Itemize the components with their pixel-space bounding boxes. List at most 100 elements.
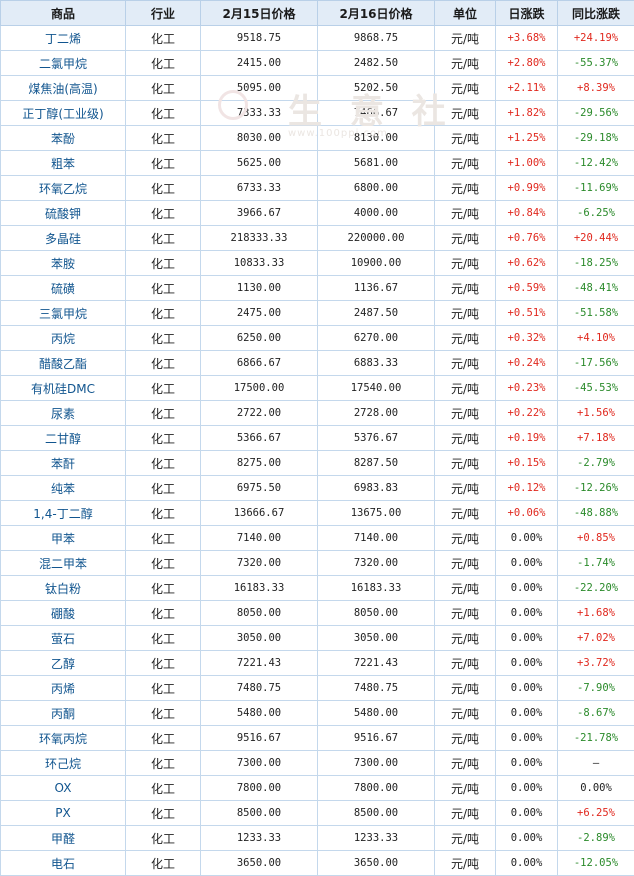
industry-cell: 化工 (125, 775, 201, 801)
commodity-link[interactable]: 苯胺 (0, 250, 126, 276)
daily-change-cell: 0.00% (495, 700, 558, 726)
header-commodity[interactable]: 商品 (0, 0, 126, 26)
commodity-link[interactable]: 二氯甲烷 (0, 50, 126, 76)
unit-cell: 元/吨 (434, 500, 496, 526)
price-feb16-cell: 3050.00 (317, 625, 435, 651)
commodity-link[interactable]: 电石 (0, 850, 126, 876)
yoy-change-cell: +4.10% (557, 325, 634, 351)
price-feb15-cell: 7221.43 (200, 650, 318, 676)
price-feb16-cell: 7300.00 (317, 750, 435, 776)
industry-cell: 化工 (125, 825, 201, 851)
daily-change-cell: 0.00% (495, 750, 558, 776)
unit-cell: 元/吨 (434, 400, 496, 426)
commodity-link[interactable]: 甲醛 (0, 825, 126, 851)
price-feb16-cell: 5376.67 (317, 425, 435, 451)
commodity-link[interactable]: 正丁醇(工业级) (0, 100, 126, 126)
price-feb16-cell: 4000.00 (317, 200, 435, 226)
table-row: 多晶硅 化工 218333.33 220000.00 元/吨 +0.76% +20.44% (0, 225, 634, 251)
commodity-link[interactable]: 丙烯 (0, 675, 126, 701)
price-feb16-cell: 13675.00 (317, 500, 435, 526)
price-feb15-cell: 1233.33 (200, 825, 318, 851)
commodity-link[interactable]: OX (0, 775, 126, 801)
commodity-link[interactable]: 粗苯 (0, 150, 126, 176)
yoy-change-cell: -29.18% (557, 125, 634, 151)
price-feb16-cell: 3650.00 (317, 850, 435, 876)
commodity-link[interactable]: 环氧丙烷 (0, 725, 126, 751)
commodity-link[interactable]: 硫酸钾 (0, 200, 126, 226)
daily-change-cell: 0.00% (495, 775, 558, 801)
table-row: 有机硅DMC 化工 17500.00 17540.00 元/吨 +0.23% -45.53% (0, 375, 634, 401)
daily-change-cell: +3.68% (495, 25, 558, 51)
price-feb15-cell: 2722.00 (200, 400, 318, 426)
commodity-link[interactable]: 环氧乙烷 (0, 175, 126, 201)
table-row: 苯酐 化工 8275.00 8287.50 元/吨 +0.15% -2.79% (0, 450, 634, 476)
unit-cell: 元/吨 (434, 200, 496, 226)
industry-cell: 化工 (125, 700, 201, 726)
unit-cell: 元/吨 (434, 75, 496, 101)
unit-cell: 元/吨 (434, 300, 496, 326)
commodity-link[interactable]: 混二甲苯 (0, 550, 126, 576)
commodity-link[interactable]: 多晶硅 (0, 225, 126, 251)
daily-change-cell: +0.06% (495, 500, 558, 526)
commodity-link[interactable]: 甲苯 (0, 525, 126, 551)
price-feb15-cell: 7333.33 (200, 100, 318, 126)
commodity-link[interactable]: 三氯甲烷 (0, 300, 126, 326)
unit-cell: 元/吨 (434, 250, 496, 276)
price-feb15-cell: 13666.67 (200, 500, 318, 526)
yoy-change-cell: +0.85% (557, 525, 634, 551)
header-unit[interactable]: 单位 (434, 0, 496, 26)
yoy-change-cell: +1.56% (557, 400, 634, 426)
commodity-link[interactable]: 煤焦油(高温) (0, 75, 126, 101)
industry-cell: 化工 (125, 325, 201, 351)
price-feb15-cell: 9516.67 (200, 725, 318, 751)
commodity-link[interactable]: 苯酐 (0, 450, 126, 476)
commodity-link[interactable]: 硼酸 (0, 600, 126, 626)
commodity-link[interactable]: 丙烷 (0, 325, 126, 351)
unit-cell: 元/吨 (434, 25, 496, 51)
commodity-link[interactable]: 乙醇 (0, 650, 126, 676)
commodity-link[interactable]: 二甘醇 (0, 425, 126, 451)
yoy-change-cell: -45.53% (557, 375, 634, 401)
industry-cell: 化工 (125, 400, 201, 426)
yoy-change-cell: +7.02% (557, 625, 634, 651)
header-price-feb15[interactable]: 2月15日价格 (200, 0, 318, 26)
price-feb15-cell: 7480.75 (200, 675, 318, 701)
yoy-change-cell: 0.00% (557, 775, 634, 801)
commodity-link[interactable]: 硫磺 (0, 275, 126, 301)
header-daily-change[interactable]: 日涨跌 (495, 0, 558, 26)
price-feb16-cell: 2487.50 (317, 300, 435, 326)
commodity-link[interactable]: 丁二烯 (0, 25, 126, 51)
header-price-feb16[interactable]: 2月16日价格 (317, 0, 435, 26)
unit-cell: 元/吨 (434, 225, 496, 251)
yoy-change-cell: -18.25% (557, 250, 634, 276)
industry-cell: 化工 (125, 275, 201, 301)
industry-cell: 化工 (125, 200, 201, 226)
industry-cell: 化工 (125, 625, 201, 651)
price-feb15-cell: 3050.00 (200, 625, 318, 651)
commodity-link[interactable]: 萤石 (0, 625, 126, 651)
unit-cell: 元/吨 (434, 50, 496, 76)
price-feb15-cell: 10833.33 (200, 250, 318, 276)
commodity-link[interactable]: 钛白粉 (0, 575, 126, 601)
commodity-link[interactable]: PX (0, 800, 126, 826)
daily-change-cell: +0.12% (495, 475, 558, 501)
yoy-change-cell: -12.42% (557, 150, 634, 176)
commodity-link[interactable]: 1,4-丁二醇 (0, 500, 126, 526)
yoy-change-cell: -6.25% (557, 200, 634, 226)
daily-change-cell: +1.00% (495, 150, 558, 176)
commodity-link[interactable]: 丙酮 (0, 700, 126, 726)
yoy-change-cell: -7.90% (557, 675, 634, 701)
commodity-link[interactable]: 环己烷 (0, 750, 126, 776)
commodity-link[interactable]: 有机硅DMC (0, 375, 126, 401)
price-feb16-cell: 8050.00 (317, 600, 435, 626)
commodity-link[interactable]: 醋酸乙酯 (0, 350, 126, 376)
commodity-link[interactable]: 纯苯 (0, 475, 126, 501)
industry-cell: 化工 (125, 225, 201, 251)
header-industry[interactable]: 行业 (125, 0, 201, 26)
table-row: 丙酮 化工 5480.00 5480.00 元/吨 0.00% -8.67% (0, 700, 634, 726)
commodity-link[interactable]: 苯酚 (0, 125, 126, 151)
price-feb15-cell: 16183.33 (200, 575, 318, 601)
header-yoy-change[interactable]: 同比涨跌 (557, 0, 634, 26)
daily-change-cell: 0.00% (495, 575, 558, 601)
commodity-link[interactable]: 尿素 (0, 400, 126, 426)
